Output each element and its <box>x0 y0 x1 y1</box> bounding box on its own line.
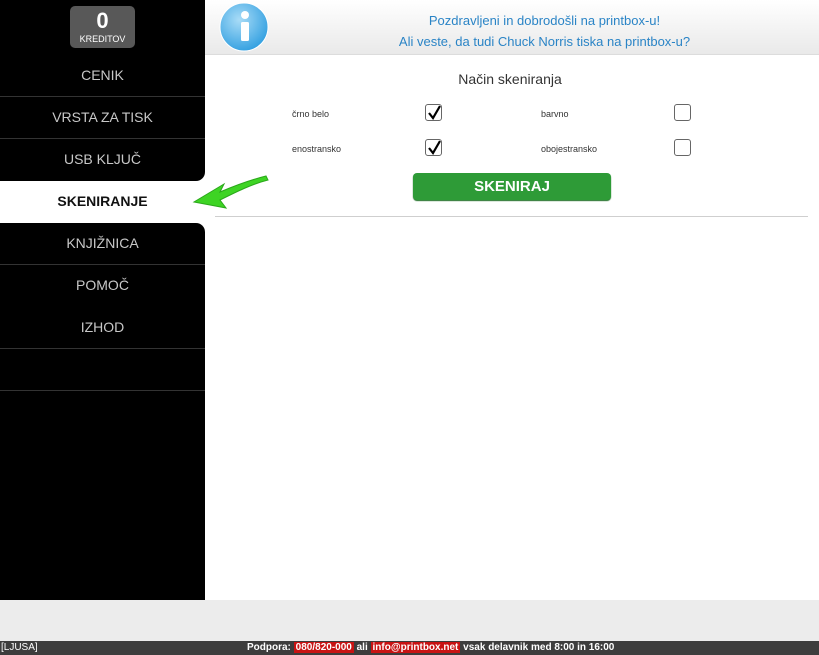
scan-panel: Način skeniranja črno belo barvno enostr… <box>205 55 819 600</box>
sidebar-empty-row <box>0 349 205 391</box>
checkbox-color[interactable] <box>674 104 691 121</box>
option-label-color: barvno <box>541 109 569 119</box>
support-hours: vsak delavnik med 8:00 in 16:00 <box>463 642 615 653</box>
sidebar-item-skeniranje[interactable]: SKENIRANJE <box>0 172 205 232</box>
checkbox-bw[interactable] <box>425 104 442 121</box>
credits-count: 0 <box>96 8 109 33</box>
sidebar-item-label: SKENIRANJE <box>57 193 148 209</box>
option-label-bw: črno belo <box>292 109 330 119</box>
sidebar-item-izhod[interactable]: IZHOD <box>0 307 205 349</box>
credits-label: KREDITOV <box>79 34 126 44</box>
sidebar-item-cenik[interactable]: CENIK <box>0 55 205 97</box>
support-label: Podpora: <box>247 642 291 653</box>
sidebar-nav: CENIK VRSTA ZA TISK USB KLJUČ SKENIRANJE… <box>0 55 205 391</box>
checkbox-duplex[interactable] <box>674 139 691 156</box>
sidebar-item-vrsta-za-tisk[interactable]: VRSTA ZA TISK <box>0 97 205 139</box>
option-label-simplex: enostransko <box>292 144 342 154</box>
location-code: [LJUSA] <box>1 642 38 653</box>
support-or: ali <box>356 642 368 653</box>
scan-mode-title: Način skeniranja <box>458 71 562 87</box>
welcome-message: Pozdravljeni in dobrodošli na printbox-u… <box>270 10 819 52</box>
header-banner: Pozdravljeni in dobrodošli na printbox-u… <box>205 0 819 55</box>
sidebar-item-pomoc[interactable]: POMOČ <box>0 265 205 307</box>
welcome-line-2: Ali veste, da tudi Chuck Norris tiska na… <box>398 34 691 49</box>
sidebar-item-knjiznica[interactable]: KNJIŽNICA <box>0 223 205 265</box>
info-icon <box>219 2 269 52</box>
checkmark-icon <box>428 105 441 120</box>
sidebar-item-usb-kljuc[interactable]: USB KLJUČ <box>0 139 205 181</box>
scan-button[interactable]: SKENIRAJ <box>413 173 611 200</box>
divider <box>215 216 808 217</box>
sidebar: 0 KREDITOV CENIK VRSTA ZA TISK USB KLJUČ… <box>0 0 205 600</box>
option-label-duplex: obojestransko <box>541 144 598 154</box>
checkmark-icon <box>428 140 441 155</box>
welcome-line-1: Pozdravljeni in dobrodošli na printbox-u… <box>428 13 661 28</box>
support-info: Podpora: 080/820-000 ali info@printbox.n… <box>247 641 614 655</box>
arrow-pointer-icon <box>192 175 269 209</box>
support-phone[interactable]: 080/820-000 <box>293 642 354 653</box>
support-email[interactable]: info@printbox.net <box>370 642 461 653</box>
checkbox-simplex[interactable] <box>425 139 442 156</box>
footer-bar: [LJUSA] Podpora: 080/820-000 ali info@pr… <box>0 641 819 655</box>
credits-badge: 0 KREDITOV <box>70 6 135 48</box>
